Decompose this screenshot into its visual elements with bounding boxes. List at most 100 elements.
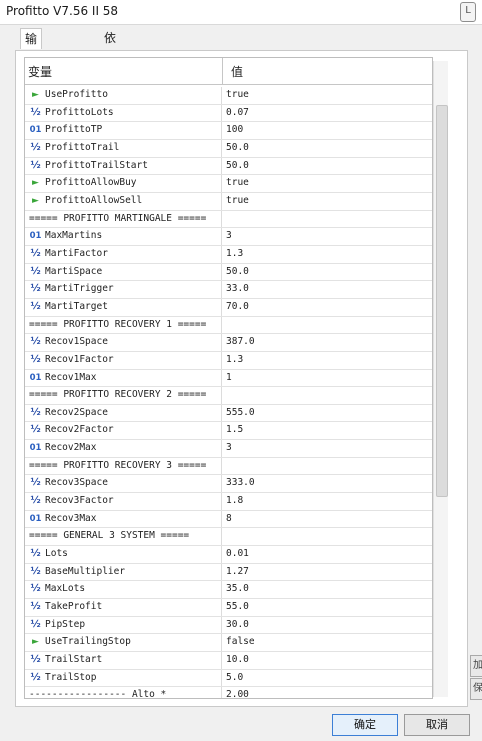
parameter-value[interactable]: 333.0 [226,475,255,492]
vertical-scrollbar[interactable] [433,61,448,697]
parameter-value[interactable]: 1.8 [226,493,243,510]
table-row[interactable]: ½ Recov3Space 333.0 [25,475,432,494]
table-row[interactable]: 01 Recov3Max 8 [25,510,432,529]
table-row[interactable]: ½ Recov2Factor 1.5 [25,422,432,441]
parameter-name-text: Recov3Max [45,512,97,524]
header-variable[interactable]: 变量 [28,63,52,80]
half-type-icon: ½ [30,671,41,683]
table-row[interactable]: ½ ProfittoLots 0.07 [25,104,432,123]
parameter-value[interactable]: 50.0 [226,140,249,157]
table-row[interactable]: 01 Recov1Max 1 [25,369,432,388]
table-row[interactable]: 01 ProfittoTP 100 [25,122,432,140]
parameter-value[interactable]: 0.01 [226,546,249,563]
parameter-name: ===== PROFITTO MARTINGALE ===== [25,210,222,228]
table-row[interactable]: ½ MartiFactor 1.3 [25,245,432,264]
parameter-name-text: TakeProfit [45,601,103,613]
table-row[interactable]: ½ ProfittoTrailStart 50.0 [25,157,432,176]
parameter-value[interactable]: 50.0 [226,264,249,281]
parameter-value[interactable]: 70.0 [226,299,249,316]
parameter-value[interactable]: 50.0 [226,158,249,175]
half-type-icon: ½ [30,141,41,153]
parameter-name: 01 Recov2Max [25,440,222,457]
parameter-name-text: ===== PROFITTO MARTINGALE ===== [29,212,207,224]
tab-inputs[interactable]: 输入参数 [20,28,43,106]
ok-button[interactable]: 确定 [332,714,398,736]
table-row[interactable]: ► UseTrailingStop false [25,634,432,652]
table-row[interactable]: ► UseProfitto true [25,87,432,105]
table-row[interactable]: ½ ProfittoTrail 50.0 [25,139,432,158]
parameter-value[interactable]: 3 [226,440,232,457]
table-row[interactable]: ► ProfittoAllowBuy true [25,175,432,193]
parameter-value[interactable]: 555.0 [226,405,255,422]
parameter-value[interactable]: 5.0 [226,670,243,687]
parameter-name: ½ Recov2Space [25,404,222,422]
parameter-name: ===== PROFITTO RECOVERY 3 ===== [25,457,222,475]
table-row[interactable]: ===== PROFITTO MARTINGALE ===== [25,210,432,229]
parameter-value[interactable]: 35.0 [226,581,249,598]
table-row[interactable]: ½ Recov3Factor 1.8 [25,493,432,511]
parameter-value[interactable]: 387.0 [226,334,255,351]
table-row[interactable]: ½ MartiSpace 50.0 [25,263,432,282]
table-row[interactable]: ½ Recov1Factor 1.3 [25,351,432,370]
parameter-name-text: Recov2Space [45,406,108,418]
parameter-value[interactable]: true [226,87,249,104]
table-row[interactable]: ► ProfittoAllowSell true [25,192,432,211]
parameters-grid: 变量 值 ► UseProfitto true ½ ProfittoLots 0.07 01… [24,57,433,699]
half-type-icon: ½ [30,283,41,295]
table-row[interactable]: ½ MartiTarget 70.0 [25,298,432,317]
parameter-value[interactable]: true [226,175,249,192]
table-row[interactable]: ½ TrailStart 10.0 [25,652,432,670]
table-row[interactable]: ===== GENERAL 3 SYSTEM ===== [25,528,432,547]
table-row[interactable]: ===== PROFITTO RECOVERY 3 ===== [25,457,432,476]
parameter-value[interactable]: true [226,193,249,210]
parameter-name-text: ProfittoTP [45,124,103,136]
parameter-name: ½ Recov3Space [25,475,222,493]
int-type-icon: 01 [29,513,42,524]
table-row[interactable]: ½ BaseMultiplier 1.27 [25,563,432,582]
cancel-button[interactable]: 取消 [404,714,470,736]
parameter-value[interactable]: 3 [226,228,232,245]
parameter-value[interactable]: 8 [226,511,232,528]
parameter-value[interactable]: 2.00 [226,687,249,698]
table-row[interactable]: ½ TakeProfit 55.0 [25,599,432,617]
half-type-icon: ½ [30,247,41,259]
parameter-value[interactable]: 100 [226,122,243,139]
parameter-value[interactable]: 0.07 [226,105,249,122]
table-row[interactable]: ===== PROFITTO RECOVERY 2 ===== [25,387,432,405]
parameter-value[interactable]: 10.0 [226,652,249,669]
parameter-value[interactable]: false [226,634,255,651]
table-row[interactable]: ½ MartiTrigger 33.0 [25,281,432,299]
table-row[interactable]: 01 MaxMartins 3 [25,228,432,246]
parameter-value[interactable]: 1.5 [226,422,243,439]
table-row[interactable]: ½ Recov2Space 555.0 [25,404,432,423]
parameter-name: ½ Recov1Space [25,334,222,351]
parameter-value[interactable]: 1.3 [226,246,243,263]
parameter-value[interactable]: 1.27 [226,564,249,581]
table-row[interactable]: ½ TrailStop 5.0 [25,669,432,688]
parameter-name: ► ProfittoAllowBuy [25,175,222,192]
parameter-value[interactable]: 33.0 [226,281,249,298]
table-row[interactable]: ½ Recov1Space 387.0 [25,334,432,352]
table-row[interactable]: ½ Lots 0.01 [25,546,432,564]
scrollbar-thumb[interactable] [436,105,448,497]
tab-dependencies[interactable]: 依存关系 [100,28,120,105]
parameter-name: ½ PipStep [25,616,222,634]
close-button[interactable]: L [460,2,476,22]
table-row[interactable]: ½ PipStep 30.0 [25,616,432,635]
load-button[interactable]: 加 [470,655,482,677]
header-value[interactable]: 值 [231,63,243,80]
parameter-value[interactable]: 30.0 [226,617,249,634]
table-row[interactable]: ===== PROFITTO RECOVERY 1 ===== [25,316,432,335]
parameter-value[interactable]: 55.0 [226,599,249,616]
table-row[interactable]: 01 Recov2Max 3 [25,440,432,458]
half-type-icon: ½ [30,583,41,595]
flag-type-icon: ► [32,178,39,189]
parameter-value[interactable]: 1.3 [226,352,243,369]
table-row[interactable]: ½ MaxLots 35.0 [25,581,432,600]
parameter-name-text: Recov2Max [45,442,97,454]
half-type-icon: ½ [30,477,41,489]
parameter-value[interactable]: 1 [226,370,232,387]
half-type-icon: ½ [30,601,41,613]
save-button[interactable]: 保 [470,678,482,700]
table-row[interactable]: ----------------- Alto * 2.00 [25,687,432,698]
